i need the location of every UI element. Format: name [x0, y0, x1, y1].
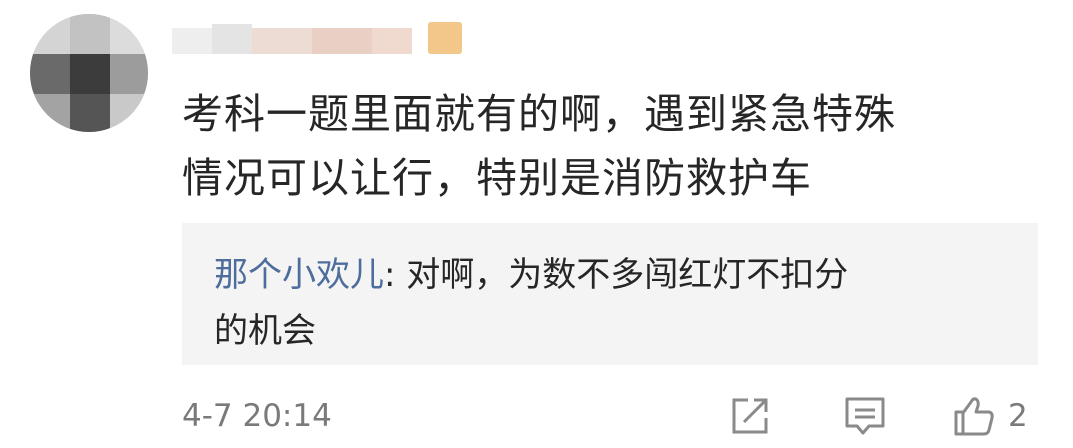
share-button[interactable] [728, 392, 772, 440]
share-icon [732, 398, 768, 434]
reply-first-line: 那个小欢儿: 对啊，为数不多闯红灯不扣分 [214, 251, 848, 299]
username-pixel [372, 28, 412, 54]
comment-card: 考科一题里面就有的啊，遇到紧急特殊 情况可以让行，特别是消防救护车 那个小欢儿:… [0, 0, 1073, 448]
username-pixel [252, 28, 312, 54]
avatar-pixel [110, 94, 148, 132]
reply-author-link[interactable]: 那个小欢儿 [214, 255, 384, 295]
username-pixel [212, 24, 252, 54]
comment-text-line: 考科一题里面就有的啊，遇到紧急特殊 [182, 90, 896, 138]
comment-text-line: 情况可以让行，特别是消防救护车 [182, 154, 812, 202]
reply-preview[interactable]: 那个小欢儿: 对啊，为数不多闯红灯不扣分 的机会 [182, 223, 1038, 365]
reply-text: 对啊，为数不多闯红灯不扣分 [406, 255, 849, 295]
comment-text: 考科一题里面就有的啊，遇到紧急特殊 情况可以让行，特别是消防救护车 [182, 82, 1042, 210]
avatar-pixel [70, 94, 110, 132]
username-pixel [172, 28, 212, 54]
user-badge-icon [428, 22, 462, 54]
like-count: 2 [1008, 398, 1028, 434]
comment-icon [845, 397, 885, 435]
username-redacted[interactable] [172, 18, 472, 54]
avatar-pixel [110, 54, 148, 94]
reply-text-continued: 的机会 [214, 311, 316, 351]
reply-separator: : [384, 255, 407, 295]
avatar-pixel [30, 94, 70, 132]
avatar[interactable] [30, 14, 148, 132]
comment-button[interactable] [843, 392, 887, 440]
like-button[interactable]: 2 [952, 392, 1028, 440]
avatar-pixel [70, 54, 110, 94]
avatar-pixel [110, 14, 148, 54]
avatar-pixel [70, 14, 110, 54]
username-pixel [312, 28, 372, 54]
avatar-pixel [30, 14, 70, 54]
comment-timestamp: 4-7 20:14 [182, 398, 332, 434]
thumbs-up-icon [954, 397, 994, 436]
avatar-pixel [30, 54, 70, 94]
